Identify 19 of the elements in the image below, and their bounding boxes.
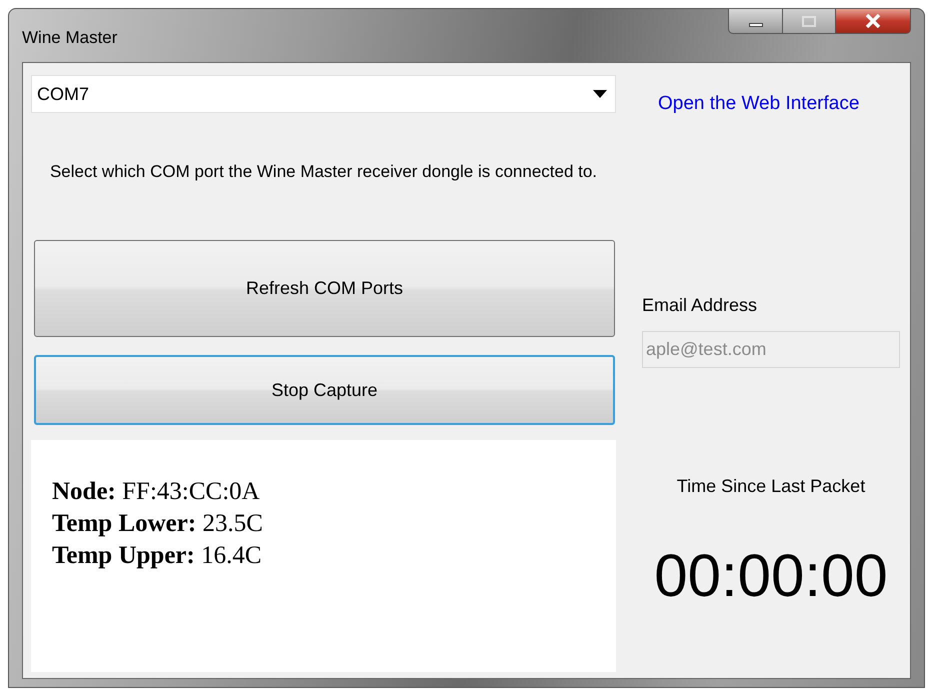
- close-button[interactable]: [835, 8, 911, 34]
- dropdown-arrow-icon: [593, 90, 607, 98]
- reading-line: Node: FF:43:CC:0A: [52, 477, 261, 507]
- maximize-icon: [802, 16, 816, 26]
- maximize-button[interactable]: [783, 8, 835, 34]
- timer-value: 00:00:00: [653, 544, 889, 608]
- port-dropdown[interactable]: COM7: [31, 75, 616, 113]
- close-icon: [865, 14, 881, 28]
- web-interface-link[interactable]: Open the Web Interface: [658, 90, 900, 118]
- timer-label: Time Since Last Packet: [676, 474, 866, 498]
- reading-line: Temp Upper: 16.4C: [52, 541, 263, 571]
- window-title: Wine Master: [22, 27, 118, 49]
- help-text: Select which COM port the Wine Master receiver dongle is connected to.: [48, 161, 598, 183]
- action-button[interactable]: Refresh COM Ports: [34, 240, 615, 337]
- action-button[interactable]: Stop Capture: [34, 355, 615, 425]
- reading-line: Temp Lower: 23.5C: [52, 509, 264, 539]
- minimize-button[interactable]: [728, 8, 783, 34]
- email-label: Email Address: [642, 294, 758, 316]
- minimize-icon: [748, 23, 762, 27]
